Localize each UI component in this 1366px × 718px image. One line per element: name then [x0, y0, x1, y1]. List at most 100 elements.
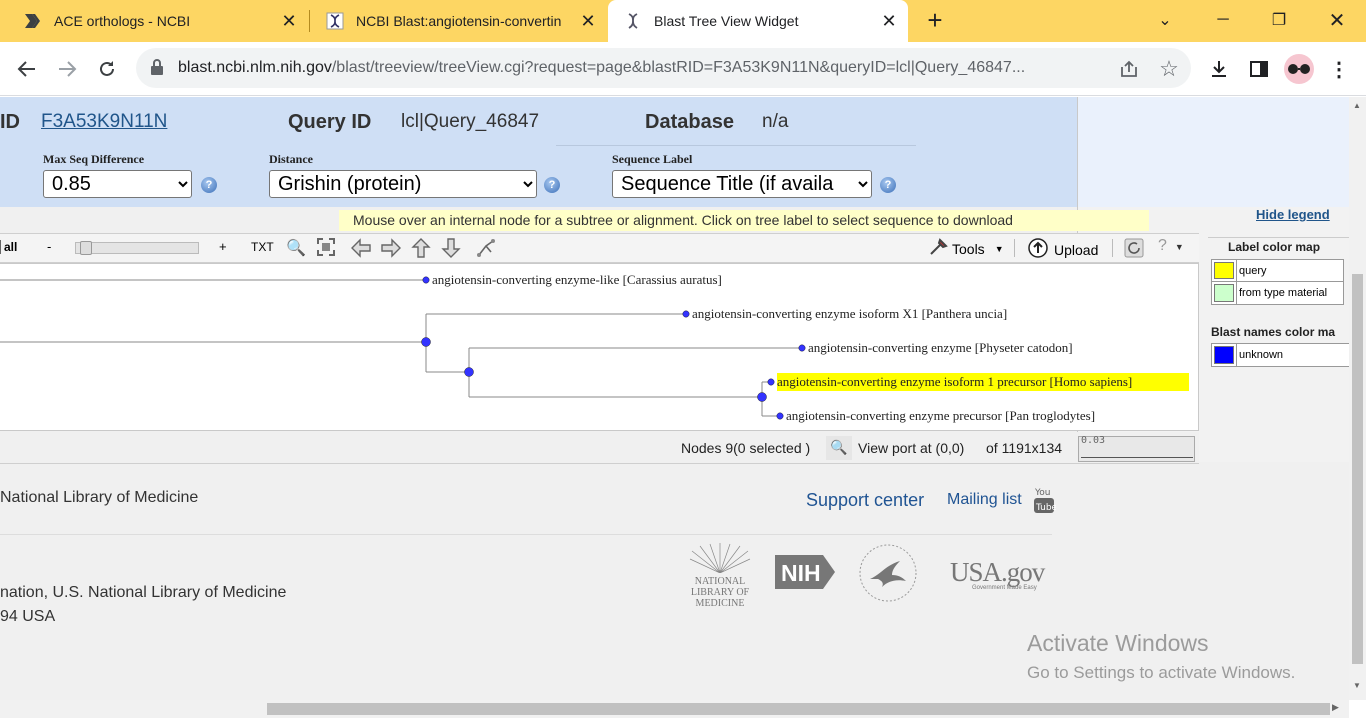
help-menu-icon[interactable]: ? ▼ — [1158, 237, 1184, 255]
nlm-logo[interactable]: NATIONAL LIBRARY OF MEDICINE — [688, 543, 752, 609]
magnify-node-icon[interactable]: 🔍 — [286, 238, 306, 258]
tab-ncbi-blast[interactable]: NCBI Blast:angiotensin-convertin ✕ — [310, 0, 607, 42]
leaf-node[interactable] — [767, 378, 775, 386]
upload-button[interactable]: Upload — [1028, 238, 1098, 261]
zoom-slider[interactable] — [75, 241, 199, 255]
leaf-node[interactable] — [776, 412, 784, 420]
profile-avatar[interactable] — [1284, 54, 1314, 84]
zoom-slider-handle[interactable] — [80, 241, 93, 255]
dna-helix-icon — [326, 12, 344, 30]
phylogenetic-tree[interactable]: angiotensin-converting enzyme-like [Cara… — [0, 264, 1199, 432]
tab-title: ACE orthologs - NCBI — [54, 13, 191, 29]
pan-right-icon[interactable] — [380, 238, 402, 263]
chrome-menu-icon[interactable]: ⋮ — [1326, 56, 1352, 82]
tree-leaf-label[interactable]: angiotensin-converting enzyme [Physeter … — [808, 340, 1073, 355]
tools-menu-button[interactable]: Tools ▼ — [928, 238, 1004, 259]
help-icon[interactable]: ? — [880, 177, 896, 193]
tree-leaf-label[interactable]: angiotensin-converting enzyme isoform 1 … — [777, 374, 1132, 389]
pan-up-icon[interactable] — [411, 237, 431, 264]
leaf-node[interactable] — [798, 344, 806, 352]
reload-button[interactable] — [94, 56, 120, 82]
nlm-logo-line2: LIBRARY OF — [690, 587, 750, 598]
tab-bar: ACE orthologs - NCBI ✕ NCBI Blast:angiot… — [0, 0, 1366, 42]
back-button[interactable] — [14, 56, 40, 82]
rid-link[interactable]: F3A53K9N11N — [41, 111, 167, 133]
hhs-logo[interactable] — [856, 543, 920, 603]
vertical-scroll-thumb[interactable] — [1352, 274, 1363, 664]
help-icon[interactable]: ? — [544, 177, 560, 193]
query-color-swatch — [1214, 262, 1234, 279]
pan-left-icon[interactable] — [350, 238, 372, 263]
zoom-out-button[interactable]: - — [47, 239, 51, 254]
url-path: /blast/treeview/treeView.cgi?request=pag… — [331, 59, 1026, 76]
tree-leaf-label[interactable]: angiotensin-converting enzyme precursor … — [786, 408, 1095, 423]
close-icon[interactable]: ✕ — [579, 12, 597, 30]
tree-canvas[interactable]: angiotensin-converting enzyme-like [Cara… — [0, 263, 1199, 431]
legend-row: query — [1212, 260, 1343, 282]
tab-title: NCBI Blast:angiotensin-convertin — [356, 13, 562, 29]
scroll-down-arrow-icon[interactable]: ▼ — [1353, 681, 1361, 690]
tab-title: Blast Tree View Widget — [654, 13, 799, 29]
leaf-node[interactable] — [422, 276, 430, 284]
address-bar[interactable]: blast.ncbi.nlm.nih.gov/blast/treeview/tr… — [136, 48, 1191, 88]
query-id-label: Query ID — [288, 111, 372, 133]
leaf-node[interactable] — [682, 310, 690, 318]
tree-leaf-label[interactable]: angiotensin-converting enzyme isoform X1… — [692, 306, 1007, 321]
hide-legend-link[interactable]: Hide legend — [1256, 207, 1330, 222]
toolbar-divider — [1014, 239, 1015, 257]
usa-gov-logo[interactable]: USA.gov Government Made Easy — [940, 555, 1052, 595]
refresh-icon[interactable] — [1124, 238, 1144, 263]
support-center-link[interactable]: Support center — [806, 490, 924, 511]
scroll-up-arrow-icon[interactable]: ▲ — [1353, 101, 1361, 110]
internal-node[interactable] — [464, 367, 474, 377]
new-tab-button[interactable]: + — [922, 7, 948, 34]
footer-address-line1: nation, U.S. National Library of Medicin… — [0, 584, 287, 601]
fit-all-button[interactable]: all — [0, 240, 17, 254]
scroll-right-arrow-icon[interactable]: ▶ — [1332, 702, 1339, 713]
bookmark-star-icon[interactable]: ☆ — [1156, 56, 1182, 82]
distance-select[interactable]: Grishin (protein) — [269, 170, 537, 198]
svg-text:Tube: Tube — [1035, 503, 1056, 513]
youtube-icon[interactable]: You Tube — [1032, 485, 1058, 513]
internal-node[interactable] — [757, 392, 767, 402]
help-icon[interactable]: ? — [201, 177, 217, 193]
max-seq-select[interactable]: 0.85 — [43, 170, 192, 198]
pan-down-icon[interactable] — [441, 237, 461, 264]
nlm-sunburst-icon — [689, 543, 751, 574]
close-window-button[interactable]: ✕ — [1308, 0, 1366, 40]
mailing-list-link[interactable]: Mailing list — [947, 491, 1022, 509]
nih-logo[interactable]: NIH — [773, 553, 837, 591]
legend-query-label: query — [1236, 260, 1267, 281]
close-icon[interactable]: ✕ — [880, 12, 898, 30]
minimize-button[interactable]: ─ — [1194, 0, 1252, 40]
share-icon[interactable] — [1116, 56, 1142, 82]
upload-icon — [1028, 238, 1048, 261]
nih-logo-text: NIH — [781, 560, 821, 586]
vertical-scrollbar[interactable]: ▲ ▼ — [1349, 97, 1366, 700]
download-icon[interactable] — [1206, 56, 1232, 82]
magnifier-icon[interactable]: 🔍 — [826, 436, 852, 460]
tab-blast-tree-view[interactable]: Blast Tree View Widget ✕ — [608, 0, 908, 42]
txt-export-button[interactable]: TXT — [251, 240, 274, 254]
query-id-value: lcl|Query_46847 — [401, 111, 540, 132]
horizontal-scrollbar[interactable]: ▶ — [0, 700, 1349, 718]
forward-button[interactable] — [54, 56, 80, 82]
overview-minimap[interactable]: 0.03 — [1078, 435, 1195, 462]
blast-names-map-title: Blast names color ma — [1211, 325, 1336, 339]
page-footer: National Library of Medicine Support cen… — [0, 465, 1077, 700]
sequence-label-select[interactable]: Sequence Title (if availa — [612, 170, 872, 198]
side-panel-icon[interactable] — [1246, 56, 1272, 82]
close-icon[interactable]: ✕ — [280, 12, 298, 30]
tab-ace-orthologs[interactable]: ACE orthologs - NCBI ✕ — [0, 0, 308, 42]
zoom-in-button[interactable]: + — [219, 239, 227, 254]
scale-value: 0.03 — [1081, 435, 1106, 446]
tab-search-chevron-icon[interactable]: ⌄ — [1136, 0, 1194, 40]
tree-status-bar: Nodes 9(0 selected ) 🔍 View port at (0,0… — [0, 432, 1199, 464]
maximize-button[interactable]: ❐ — [1250, 0, 1308, 40]
tree-layout-icon[interactable] — [476, 238, 496, 263]
horizontal-scroll-thumb[interactable] — [267, 703, 1330, 715]
tools-label: Tools — [952, 240, 985, 257]
tree-leaf-label[interactable]: angiotensin-converting enzyme-like [Cara… — [432, 272, 722, 287]
fit-screen-icon[interactable] — [316, 237, 336, 262]
internal-node[interactable] — [421, 337, 431, 347]
